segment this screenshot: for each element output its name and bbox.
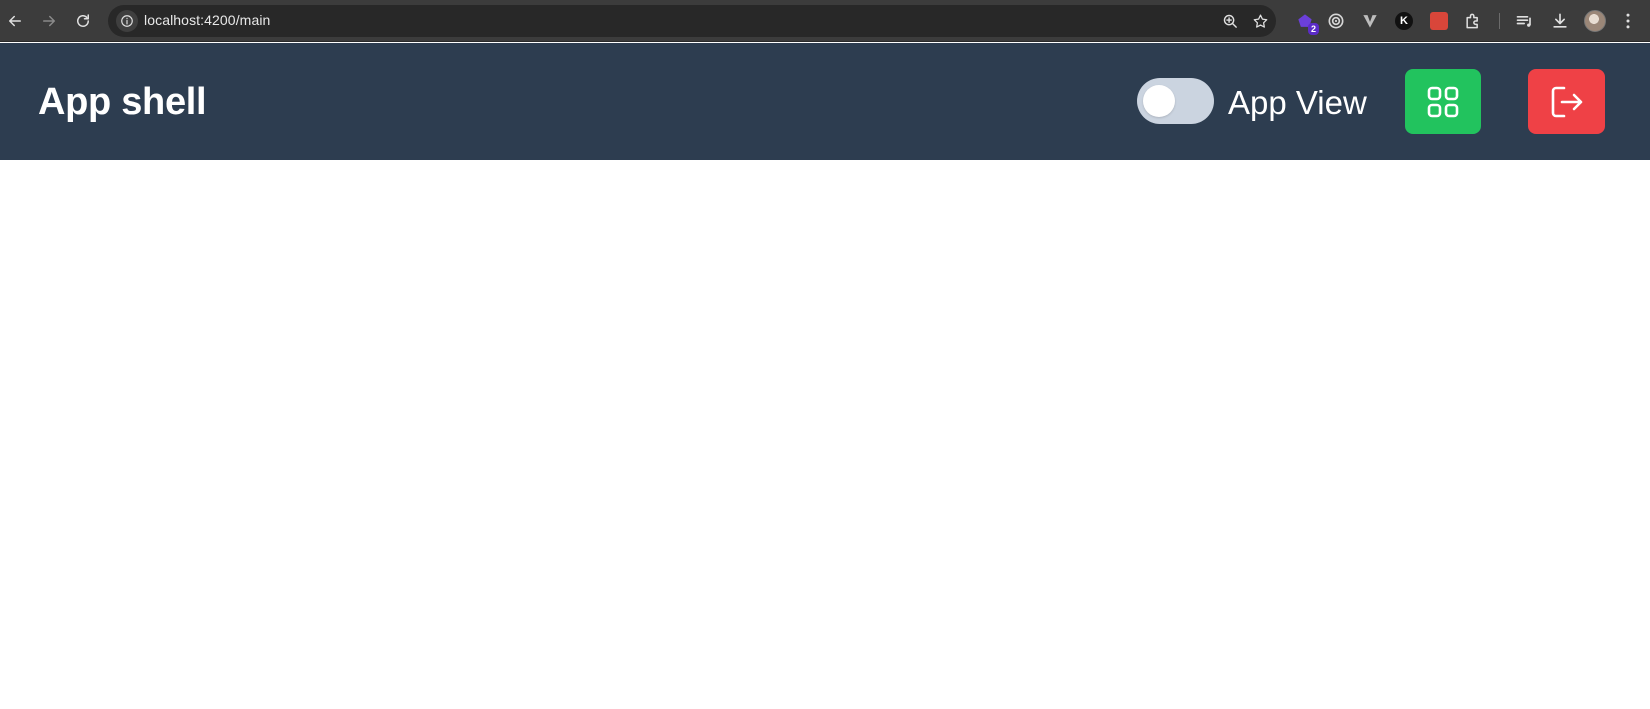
extensions-menu-button[interactable] [1462,10,1484,32]
zoom-in-icon [1223,14,1237,28]
forward-button[interactable] [34,6,64,36]
logout-icon [1551,86,1582,117]
vee-extension-icon [1363,15,1377,28]
browser-menu-button[interactable] [1617,10,1639,32]
queue-music-icon [1516,16,1531,27]
bookmark-button[interactable] [1250,11,1270,31]
more-vertical-icon [1626,13,1630,29]
page-title: App shell [38,81,207,123]
extension-badge: 2 [1307,23,1319,35]
app-view-label: App View [1228,84,1367,121]
vee-extension-button[interactable] [1359,10,1381,32]
star-icon [1253,13,1267,28]
download-icon [1553,13,1567,28]
k-extension-icon: K [1395,12,1413,30]
downloads-button[interactable] [1549,10,1571,32]
back-button[interactable] [0,6,30,36]
red-extension-button[interactable] [1428,10,1450,32]
reload-icon [77,14,89,27]
address-bar[interactable]: localhost:4200/main [108,5,1276,37]
profile-avatar[interactable] [1584,10,1606,32]
red-extension-icon [1430,12,1448,30]
k-extension-button[interactable]: K [1393,10,1415,32]
browser-toolbar: localhost:4200/main 2 K [0,0,1650,42]
main-content [0,160,1650,709]
purple-extension-button[interactable]: 2 [1294,10,1319,35]
puzzle-icon [1466,13,1478,29]
target-extension-icon [1328,13,1344,29]
grid-view-button[interactable] [1405,69,1481,134]
toggle-knob[interactable] [1143,85,1175,117]
app-view-toggle[interactable] [1137,78,1214,124]
url-text[interactable]: localhost:4200/main [144,12,270,28]
zoom-button[interactable] [1220,11,1240,31]
grid-icon [1427,86,1459,117]
target-extension-button[interactable] [1325,10,1347,32]
logout-button[interactable] [1528,69,1605,134]
app-header: App shell App View [0,43,1650,160]
arrow-right-icon [43,15,55,27]
info-icon [121,15,133,27]
media-control-button[interactable] [1514,10,1536,32]
reload-button[interactable] [68,6,98,36]
toolbar-separator [1499,13,1500,29]
arrow-left-icon [9,15,21,27]
site-info-button[interactable] [116,10,138,32]
